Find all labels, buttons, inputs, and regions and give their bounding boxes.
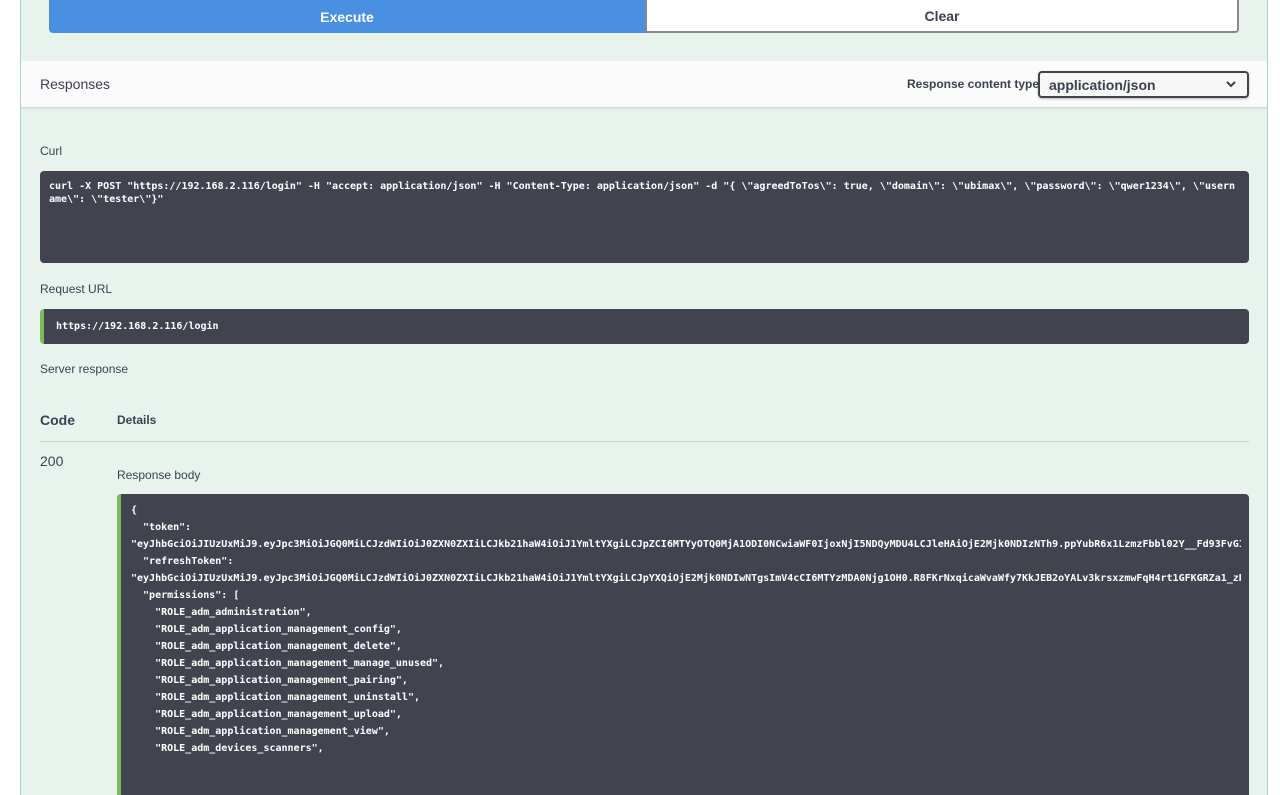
response-body-line: "ROLE_adm_administration", <box>131 607 312 618</box>
code-column-header: Code <box>40 412 75 428</box>
response-body-line: "ROLE_adm_application_management_view", <box>131 726 390 737</box>
status-code: 200 <box>40 453 64 469</box>
execute-button[interactable]: Execute <box>49 0 645 33</box>
response-content-type-label: Response content type <box>907 77 1040 91</box>
response-body-line: "ROLE_adm_application_management_config"… <box>131 624 402 635</box>
chevron-down-icon <box>1226 81 1236 88</box>
response-body-line: "refreshToken": <box>131 556 234 567</box>
response-body-line: { <box>131 505 138 516</box>
response-body-line: "eyJhbGciOiJIUzUxMiJ9.eyJpc3MiOiJGQ0MiLC… <box>131 539 1241 550</box>
response-body-line: "ROLE_adm_application_management_delete"… <box>131 641 402 652</box>
curl-label: Curl <box>40 144 63 158</box>
response-body-line: "ROLE_adm_application_management_uninsta… <box>131 692 420 703</box>
response-body-line: "ROLE_adm_application_management_pairing… <box>131 675 408 686</box>
operation-panel: Execute Clear Responses Response content… <box>20 0 1268 795</box>
response-content-type-select[interactable]: application/json <box>1038 71 1249 98</box>
clear-button[interactable]: Clear <box>645 0 1239 33</box>
execute-wrapper: Execute Clear <box>49 0 1239 33</box>
response-body-line: "ROLE_adm_devices_scanners", <box>131 743 324 754</box>
response-body-line: "ROLE_adm_application_management_upload"… <box>131 709 402 720</box>
response-body-line: "permissions": [ <box>131 590 240 601</box>
responses-header: Responses Response content type applicat… <box>21 61 1267 108</box>
curl-command: curl -X POST "https://192.168.2.116/logi… <box>40 171 1249 263</box>
response-body-line: "ROLE_adm_application_management_manage_… <box>131 658 445 669</box>
server-response-label: Server response <box>40 362 129 376</box>
request-url-value: https://192.168.2.116/login <box>40 309 1249 344</box>
response-body-line: "eyJhbGciOiJIUzUxMiJ9.eyJpc3MiOiJGQ0MiLC… <box>131 573 1241 584</box>
details-column-header: Details <box>117 413 157 427</box>
table-divider <box>40 441 1249 442</box>
response-content-type-value: application/json <box>1049 77 1156 93</box>
response-body: { "token": "eyJhbGciOiJIUzUxMiJ9.eyJpc3M… <box>117 494 1249 795</box>
response-body-line: "token": <box>131 522 192 533</box>
responses-title: Responses <box>40 76 111 92</box>
request-url-label: Request URL <box>40 282 113 296</box>
response-body-label: Response body <box>117 468 201 482</box>
